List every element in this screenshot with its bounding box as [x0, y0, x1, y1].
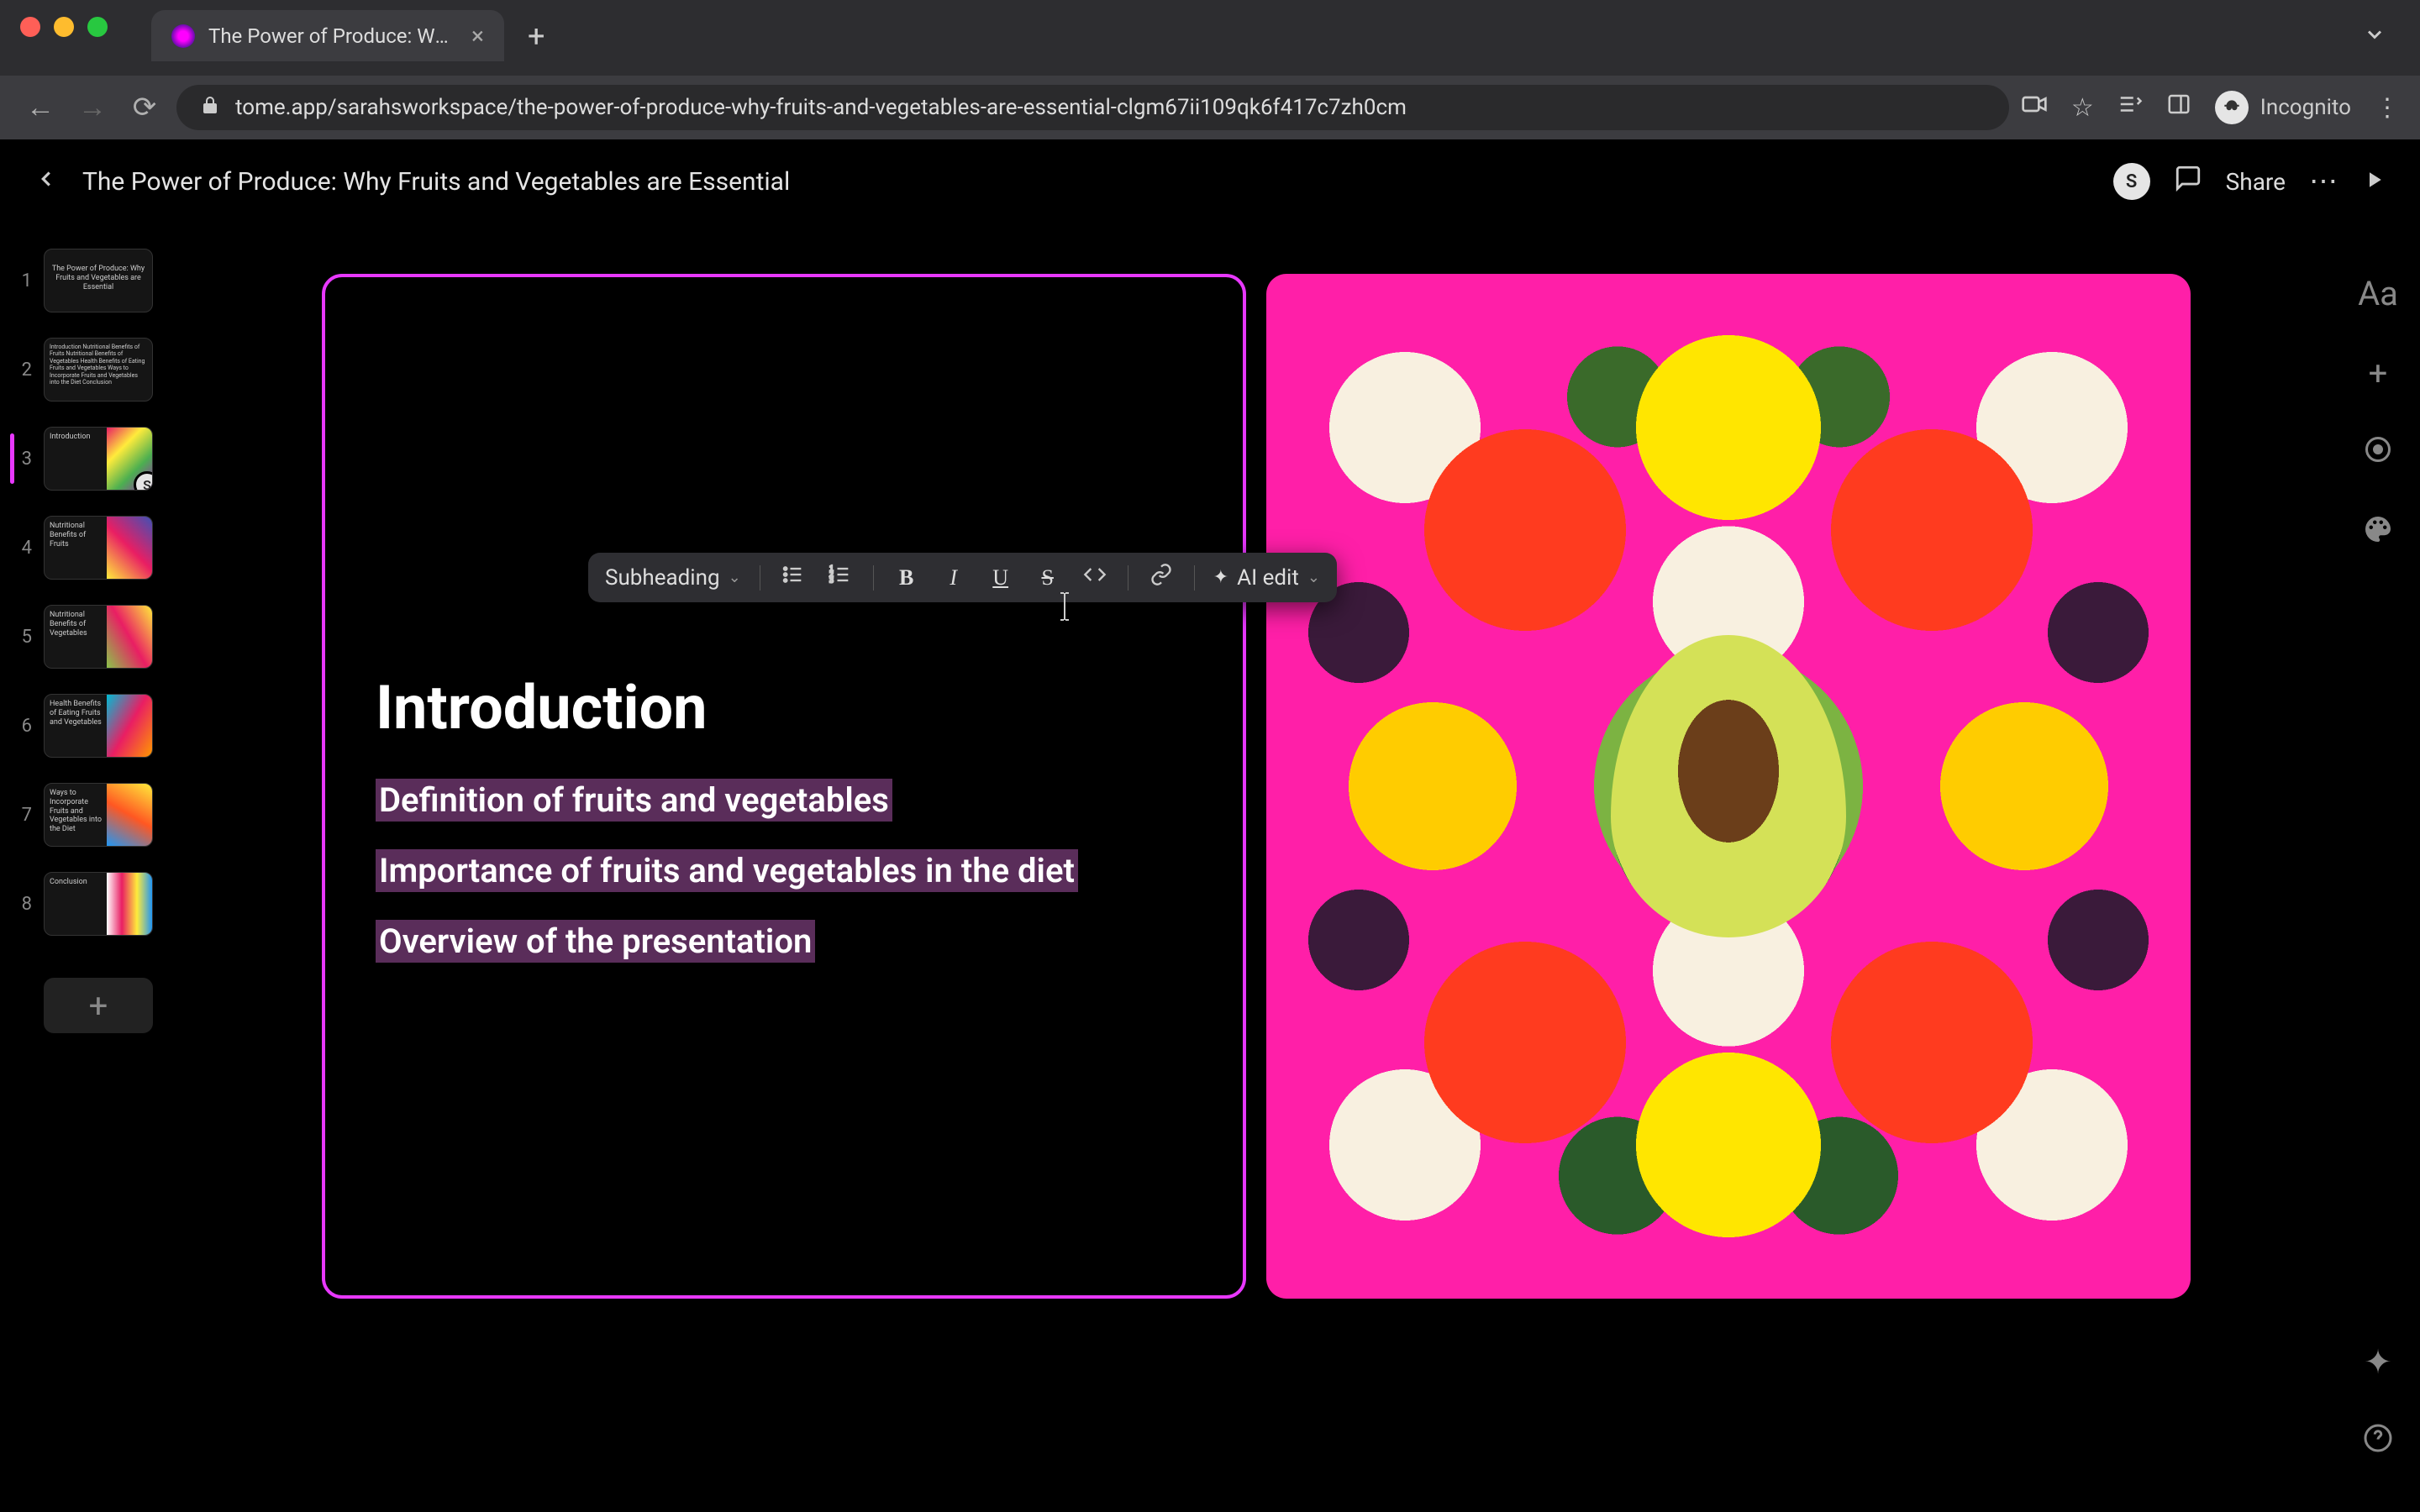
subheading-line-1[interactable]: Definition of fruits and vegetables — [376, 779, 892, 822]
app-header: The Power of Produce: Why Fruits and Veg… — [0, 139, 2420, 223]
window-close-button[interactable] — [20, 17, 40, 37]
record-icon[interactable] — [2363, 433, 2393, 473]
slide-thumb-8[interactable]: 8 Conclusion — [15, 872, 161, 936]
text-tile[interactable]: Introduction Definition of fruits and ve… — [322, 274, 1246, 1299]
slide-thumb-2[interactable]: 2 Introduction Nutritional Benefits of F… — [15, 338, 161, 402]
image-tile[interactable] — [1266, 274, 2191, 1299]
reading-list-icon[interactable] — [2118, 92, 2143, 123]
window-maximize-button[interactable] — [87, 17, 108, 37]
strikethrough-icon[interactable]: S — [1034, 565, 1062, 591]
browser-tab[interactable]: The Power of Produce: Why Fr × — [151, 10, 504, 61]
add-slide-button[interactable]: + — [44, 978, 153, 1033]
present-button[interactable] — [2361, 167, 2386, 196]
share-button[interactable]: Share — [2226, 168, 2286, 196]
slide-canvas: Introduction Definition of fruits and ve… — [176, 223, 2336, 1512]
bookmark-star-icon[interactable]: ☆ — [2071, 93, 2094, 123]
browser-right-icons: ☆ Incognito ⋮ — [2021, 91, 2400, 124]
sparkle-icon: ✦ — [1213, 567, 1228, 588]
ai-sparkle-icon[interactable]: ✦ — [2364, 1342, 2392, 1382]
slide-thumb-3[interactable]: 3 Introduction S — [15, 427, 161, 491]
browser-chrome: The Power of Produce: Why Fr × + — [0, 0, 2420, 76]
slide-thumb-1[interactable]: 1 The Power of Produce: Why Fruits and V… — [15, 249, 161, 312]
document-title[interactable]: The Power of Produce: Why Fruits and Veg… — [82, 167, 790, 197]
app-back-icon[interactable] — [34, 164, 59, 199]
subheading-line-2[interactable]: Importance of fruits and vegetables in t… — [376, 849, 1078, 892]
slide-thumb-4[interactable]: 4 Nutritional Benefits of Fruits — [15, 516, 161, 580]
comments-icon[interactable] — [2174, 164, 2202, 200]
produce-illustration — [1611, 635, 1846, 937]
code-icon[interactable] — [1081, 563, 1109, 592]
slide-thumb-5[interactable]: 5 Nutritional Benefits of Vegetables — [15, 605, 161, 669]
bold-icon[interactable]: B — [892, 565, 921, 591]
theme-icon[interactable] — [2363, 513, 2393, 553]
text-style-icon[interactable]: Aa — [2358, 274, 2398, 313]
text-caret-icon — [1059, 591, 1061, 622]
italic-icon[interactable]: I — [939, 565, 968, 591]
bullet-list-icon[interactable] — [779, 563, 808, 592]
text-style-dropdown[interactable]: Subheading ⌄ — [605, 565, 741, 591]
more-menu-icon[interactable]: ⋯ — [2309, 165, 2338, 198]
add-tile-icon[interactable]: + — [2369, 354, 2388, 393]
incognito-label: Incognito — [2260, 95, 2351, 120]
chevron-down-icon: ⌄ — [729, 569, 741, 586]
right-tool-rail: Aa + ✦ — [2336, 223, 2420, 1512]
close-tab-icon[interactable]: × — [471, 22, 484, 50]
back-button[interactable]: ← — [20, 91, 60, 124]
underline-icon[interactable]: U — [986, 565, 1015, 591]
camera-icon[interactable] — [2021, 91, 2048, 124]
forward-button[interactable]: → — [72, 91, 113, 124]
slide-thumb-7[interactable]: 7 Ways to Incorporate Fruits and Vegetab… — [15, 783, 161, 847]
svg-text:3: 3 — [829, 576, 834, 585]
tabs-dropdown-icon[interactable] — [2363, 23, 2386, 50]
window-controls — [0, 0, 128, 37]
ai-edit-button[interactable]: ✦ AI edit ⌄ — [1213, 565, 1320, 591]
tab-strip: The Power of Produce: Why Fr × + — [0, 0, 2420, 61]
workspace: 1 The Power of Produce: Why Fruits and V… — [0, 223, 2420, 1512]
chevron-down-icon: ⌄ — [1307, 569, 1320, 586]
kebab-menu-icon[interactable]: ⋮ — [2375, 93, 2400, 123]
side-panel-icon[interactable] — [2166, 92, 2191, 123]
slide-thumbnail-rail: 1 The Power of Produce: Why Fruits and V… — [0, 223, 176, 1512]
lock-icon — [200, 95, 220, 121]
url-text: tome.app/sarahsworkspace/the-power-of-pr… — [235, 95, 1986, 120]
slide-thumb-6[interactable]: 6 Health Benefits of Eating Fruits and V… — [15, 694, 161, 758]
link-icon[interactable] — [1147, 563, 1176, 592]
reload-button[interactable]: ⟳ — [124, 91, 165, 124]
new-tab-button[interactable]: + — [528, 18, 544, 54]
incognito-badge[interactable]: Incognito — [2215, 91, 2351, 124]
incognito-icon — [2215, 91, 2249, 124]
tab-title: The Power of Produce: Why Fr — [208, 24, 458, 48]
tome-favicon-icon — [171, 24, 195, 48]
help-icon[interactable] — [2363, 1422, 2393, 1462]
subheading-line-3[interactable]: Overview of the presentation — [376, 920, 815, 963]
text-formatting-toolbar: Subheading ⌄ 123 B I U S ✦ AI edit ⌄ — [588, 553, 1337, 602]
address-bar[interactable]: tome.app/sarahsworkspace/the-power-of-pr… — [176, 85, 2009, 130]
window-minimize-button[interactable] — [54, 17, 74, 37]
slide-heading[interactable]: Introduction — [376, 672, 1192, 743]
user-avatar[interactable]: S — [2113, 163, 2150, 200]
numbered-list-icon[interactable]: 123 — [826, 563, 855, 592]
url-bar: ← → ⟳ tome.app/sarahsworkspace/the-power… — [0, 76, 2420, 139]
